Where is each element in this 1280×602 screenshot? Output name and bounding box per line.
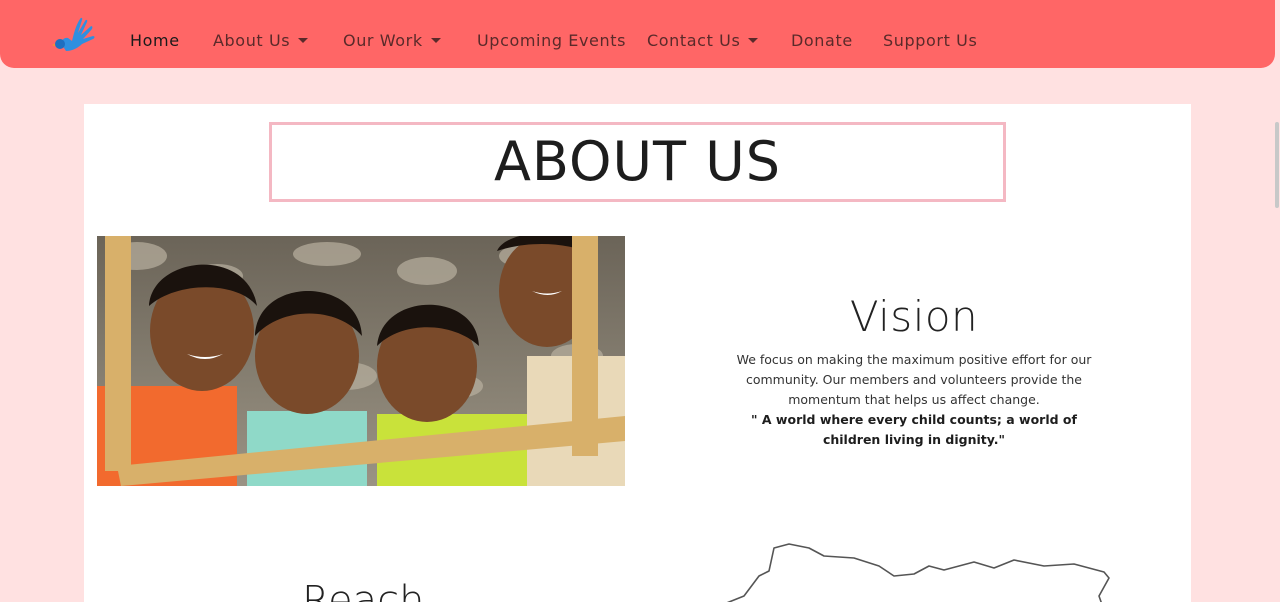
nav-support-us[interactable]: Support Us — [883, 31, 977, 50]
india-map-outline — [726, 543, 1110, 602]
page-title-box: ABOUT US — [269, 122, 1006, 202]
caret-down-icon — [748, 38, 759, 43]
hand-bird-logo-icon[interactable] — [52, 11, 98, 57]
nav-about-us-dropdown[interactable]: About Us — [213, 31, 309, 50]
children-photo — [97, 236, 625, 486]
nav-home[interactable]: Home — [130, 31, 180, 50]
caret-down-icon — [430, 38, 441, 43]
about-content-card: ABOUT US Vision We focus on making the m… — [84, 104, 1191, 602]
nav-donate[interactable]: Donate — [791, 31, 853, 50]
scrollbar-thumb[interactable] — [1275, 122, 1279, 208]
vision-quote: " A world where every child counts; a wo… — [751, 412, 1077, 448]
vision-section: Vision We focus on making the maximum po… — [724, 292, 1104, 450]
nav-our-work-dropdown[interactable]: Our Work — [343, 31, 441, 50]
nav-upcoming-events[interactable]: Upcoming Events — [477, 31, 626, 50]
page-title: ABOUT US — [493, 130, 782, 193]
nav-contact-us-dropdown[interactable]: Contact Us — [647, 31, 759, 50]
top-navbar: Home About Us Our Work Upcoming Events C… — [0, 0, 1275, 68]
vision-heading: Vision — [849, 292, 979, 341]
reach-heading: Reach — [302, 578, 425, 602]
vision-text: We focus on making the maximum positive … — [736, 352, 1092, 408]
caret-down-icon — [298, 38, 309, 43]
